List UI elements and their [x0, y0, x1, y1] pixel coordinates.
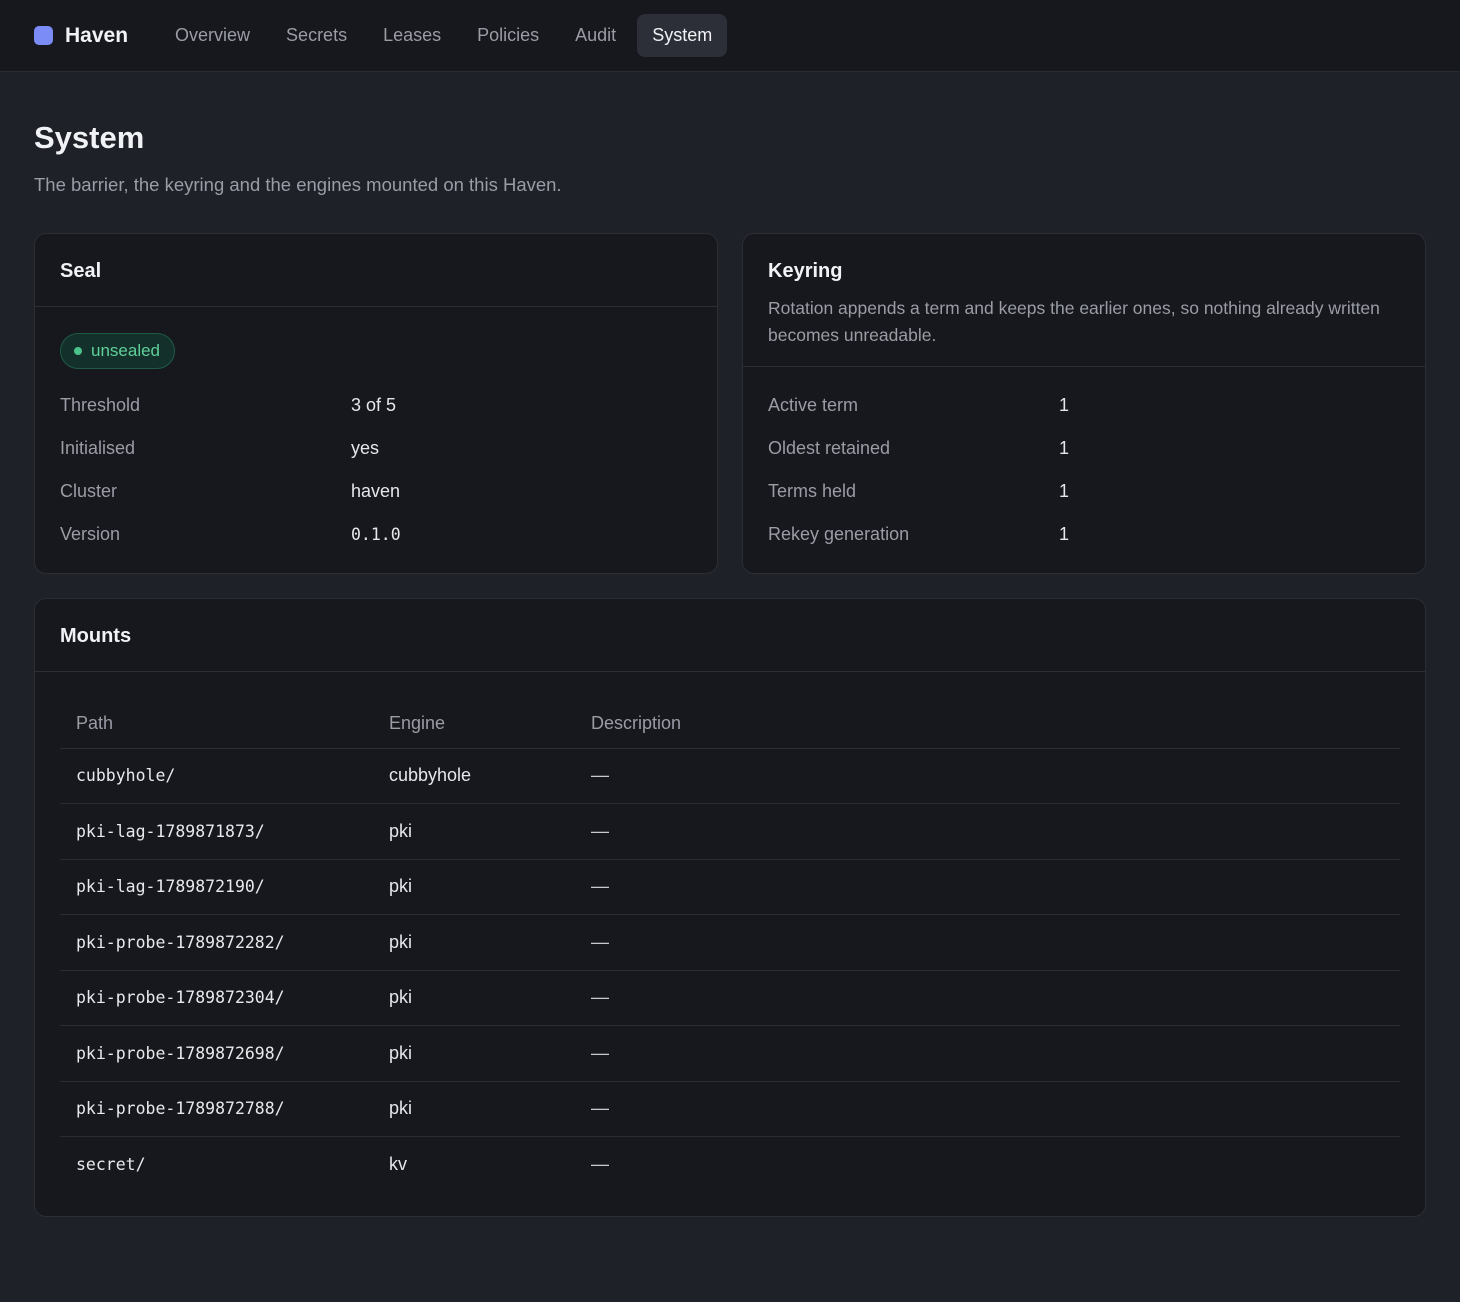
mount-description: — [575, 970, 1400, 1026]
mount-path: cubbyhole/ [60, 748, 373, 804]
mount-path: pki-lag-1789871873/ [60, 803, 373, 860]
mounts-card-header: Mounts [35, 599, 1425, 672]
mount-path: pki-probe-1789872788/ [60, 1081, 373, 1137]
kv-value: 3 of 5 [351, 395, 397, 415]
seal-status-text: unsealed [91, 341, 161, 360]
haven-logo-icon [34, 26, 53, 45]
seal-status-badge: unsealed [60, 333, 176, 369]
page-title: System [34, 120, 145, 155]
table-row[interactable]: secret/ kv — [60, 1137, 1400, 1193]
mount-description: — [591, 1154, 609, 1174]
page-subtitle: The barrier, the keyring and the engines… [34, 174, 562, 195]
tab-policies[interactable]: Policies [462, 14, 554, 57]
kv-label: Terms held [768, 481, 857, 501]
table-row[interactable]: cubbyhole/ cubbyhole — [60, 748, 1400, 804]
kv-value: 1 [1059, 481, 1070, 501]
kv-value: 0.1.0 [351, 525, 401, 544]
mount-engine: pki [373, 914, 575, 971]
keyring-row-oldest-retained: Oldest retained 1 [768, 427, 1400, 470]
table-header-row: Path Engine Description [60, 700, 1400, 749]
mount-engine: cubbyhole [373, 748, 575, 804]
tab-audit[interactable]: Audit [560, 14, 631, 57]
seal-details: Threshold 3 of 5 Initialised yes Cluster… [60, 384, 692, 556]
column-header-description: Description [575, 700, 1400, 749]
mounts-table-wrap: Path Engine Description cubbyhole/ cubby… [35, 672, 1425, 1192]
mounts-card-title: Mounts [60, 625, 132, 647]
seal-row-cluster: Cluster haven [60, 470, 692, 513]
kv-value: 1 [1059, 395, 1070, 415]
seal-card: Seal unsealed Threshold 3 of 5 Initialis… [34, 233, 718, 574]
seal-row-threshold: Threshold 3 of 5 [60, 384, 692, 427]
seal-card-body: unsealed Threshold 3 of 5 Initialised ye… [35, 307, 717, 556]
mount-description: — [575, 1025, 1400, 1082]
brand-name: Haven [65, 23, 129, 47]
keyring-details: Active term 1 Oldest retained 1 Terms he… [743, 367, 1425, 556]
column-header-engine: Engine [373, 700, 575, 749]
tab-system[interactable]: System [637, 14, 728, 57]
kv-label: Oldest retained [768, 438, 891, 458]
mount-description: — [575, 803, 1400, 860]
table-row[interactable]: pki-probe-1789872788/ pki — [60, 1081, 1400, 1137]
keyring-row-active-term: Active term 1 [768, 384, 1400, 427]
status-cards: Seal unsealed Threshold 3 of 5 Initialis… [34, 233, 1426, 574]
status-dot-icon [74, 347, 82, 355]
mount-description: — [575, 859, 1400, 915]
mount-engine: kv [389, 1154, 407, 1174]
mount-path: pki-lag-1789872190/ [60, 859, 373, 915]
table-row[interactable]: pki-lag-1789871873/ pki — [60, 803, 1400, 860]
seal-card-header: Seal [35, 234, 717, 307]
seal-row-initialised: Initialised yes [60, 427, 692, 470]
kv-value: 1 [1059, 524, 1070, 544]
mount-path: pki-probe-1789872304/ [60, 970, 373, 1026]
main-nav: Overview Secrets Leases Policies Audit S… [160, 14, 728, 57]
kv-label: Version [60, 524, 121, 544]
mount-description: — [575, 914, 1400, 971]
keyring-card: Keyring Rotation appends a term and keep… [742, 233, 1426, 574]
kv-label: Cluster [60, 481, 118, 501]
mount-engine: pki [373, 803, 575, 860]
table-row[interactable]: pki-lag-1789872190/ pki — [60, 859, 1400, 915]
mount-path: secret/ [76, 1155, 146, 1174]
keyring-row-terms-held: Terms held 1 [768, 470, 1400, 513]
mount-engine: pki [373, 1081, 575, 1137]
mount-description: — [575, 1081, 1400, 1137]
mounts-table: Path Engine Description cubbyhole/ cubby… [60, 700, 1400, 1192]
keyring-card-title: Keyring [768, 260, 843, 282]
seal-row-version: Version 0.1.0 [60, 513, 692, 556]
keyring-description: Rotation appends a term and keeps the ea… [768, 298, 1380, 345]
seal-card-title: Seal [60, 260, 102, 282]
mounts-card: Mounts Path Engine Description cubbyhole… [34, 598, 1426, 1217]
tab-leases[interactable]: Leases [368, 14, 456, 57]
mount-path: pki-probe-1789872698/ [60, 1025, 373, 1082]
kv-value: haven [351, 481, 401, 501]
kv-value: 1 [1059, 438, 1070, 458]
tab-secrets[interactable]: Secrets [271, 14, 362, 57]
brand[interactable]: Haven [34, 24, 128, 48]
mount-engine: pki [373, 1025, 575, 1082]
mount-description: — [575, 748, 1400, 804]
main-content: System The barrier, the keyring and the … [0, 72, 1460, 1217]
table-row[interactable]: pki-probe-1789872304/ pki — [60, 970, 1400, 1026]
kv-label: Active term [768, 395, 859, 415]
top-bar: Haven Overview Secrets Leases Policies A… [0, 0, 1460, 72]
tab-overview[interactable]: Overview [160, 14, 265, 57]
kv-label: Threshold [60, 395, 141, 415]
mount-engine: pki [373, 859, 575, 915]
mount-path: pki-probe-1789872282/ [60, 914, 373, 971]
table-row[interactable]: pki-probe-1789872282/ pki — [60, 914, 1400, 971]
mount-engine: pki [373, 970, 575, 1026]
keyring-card-header: Keyring Rotation appends a term and keep… [743, 234, 1425, 367]
kv-label: Rekey generation [768, 524, 910, 544]
kv-label: Initialised [60, 438, 136, 458]
keyring-row-rekey-generation: Rekey generation 1 [768, 513, 1400, 556]
table-row[interactable]: pki-probe-1789872698/ pki — [60, 1025, 1400, 1082]
kv-value: yes [351, 438, 380, 458]
column-header-path: Path [60, 700, 373, 749]
